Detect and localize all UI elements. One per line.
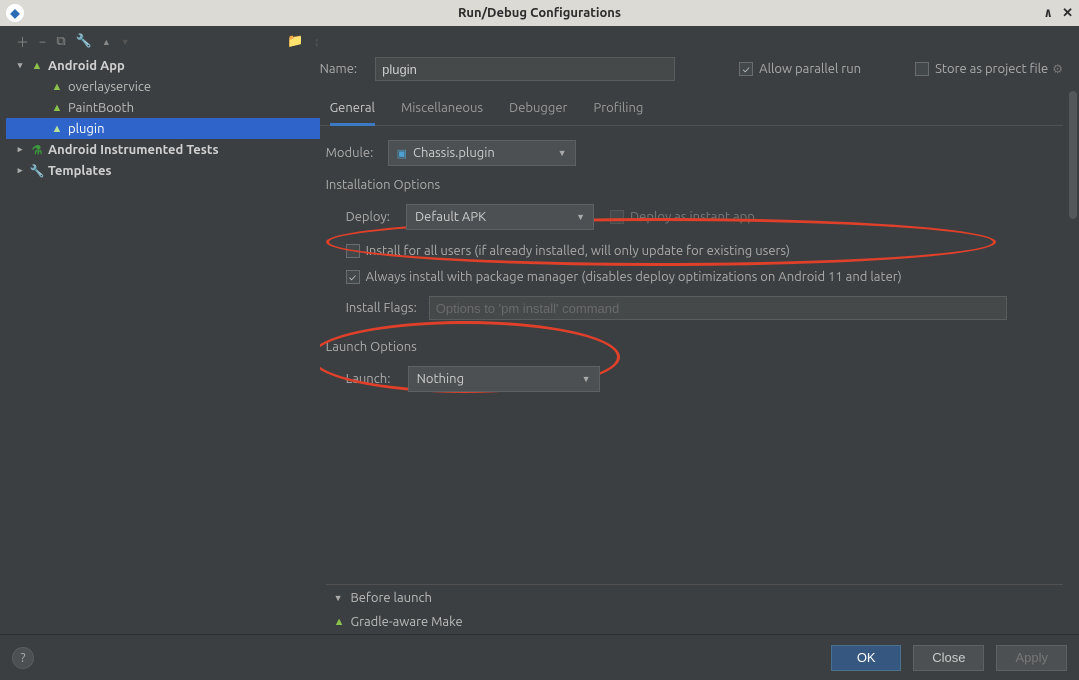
- titlebar: ◆ Run/Debug Configurations ∧ ✕: [0, 0, 1079, 26]
- always-install-pm-checkbox[interactable]: Always install with package manager (dis…: [346, 270, 1063, 284]
- android-icon: ▲: [30, 60, 44, 72]
- module-select[interactable]: ▣ Chassis.plugin ▼: [388, 140, 576, 166]
- install-all-users-checkbox[interactable]: Install for all users (if already instal…: [346, 244, 1063, 258]
- ok-button[interactable]: OK: [831, 645, 901, 671]
- before-launch-header[interactable]: ▼ Before launch: [326, 585, 1063, 611]
- android-icon: ▲: [334, 616, 345, 628]
- close-window-button[interactable]: ✕: [1062, 6, 1073, 21]
- module-label: Module:: [326, 146, 388, 160]
- deploy-select[interactable]: Default APK ▼: [406, 204, 594, 230]
- deploy-label: Deploy:: [346, 210, 390, 224]
- wrench-icon[interactable]: 🔧: [76, 34, 92, 49]
- add-config-icon[interactable]: ＋: [16, 32, 29, 51]
- config-tree: ▾ ▲ Android App ▲ overlayservice ▲ Paint…: [0, 55, 320, 634]
- launch-label: Launch:: [346, 372, 408, 386]
- chevron-down-icon: ▼: [558, 148, 567, 158]
- store-as-project-checkbox[interactable]: Store as project file ⚙: [915, 62, 1063, 76]
- wrench-icon: 🔧: [30, 164, 44, 178]
- tab-profiling[interactable]: Profiling: [593, 95, 643, 125]
- install-flags-label: Install Flags:: [346, 301, 417, 315]
- tree-item-overlayservice[interactable]: ▲ overlayservice: [6, 76, 320, 97]
- folder-move-icon[interactable]: 📁: [287, 34, 303, 49]
- window-title: Run/Debug Configurations: [0, 6, 1079, 20]
- tab-miscellaneous[interactable]: Miscellaneous: [401, 95, 483, 125]
- help-button[interactable]: ?: [12, 647, 34, 669]
- tree-item-plugin[interactable]: ▲ plugin: [6, 118, 320, 139]
- android-icon: ▲: [50, 102, 64, 114]
- sort-icon[interactable]: ↕: [314, 34, 321, 49]
- flask-icon: ⚗: [30, 143, 44, 157]
- before-launch-task[interactable]: ▲ Gradle-aware Make: [326, 611, 1063, 633]
- chevron-down-icon: ▼: [334, 593, 343, 603]
- launch-select[interactable]: Nothing ▼: [408, 366, 600, 392]
- tab-debugger[interactable]: Debugger: [509, 95, 567, 125]
- install-flags-input[interactable]: [429, 296, 1007, 320]
- tree-instrumented-tests[interactable]: ▸ ⚗ Android Instrumented Tests: [6, 139, 320, 160]
- copy-config-icon[interactable]: ⧉: [56, 34, 65, 49]
- android-icon: ▲: [50, 81, 64, 93]
- name-input[interactable]: [375, 57, 675, 81]
- tab-general[interactable]: General: [330, 95, 375, 126]
- tree-item-paintbooth[interactable]: ▲ PaintBooth: [6, 97, 320, 118]
- chevron-down-icon: ▼: [576, 212, 585, 222]
- config-toolbar: ＋ − ⧉ 🔧 ▲ ▼ 📁 ↕: [8, 32, 320, 51]
- apply-button[interactable]: Apply: [996, 645, 1067, 671]
- deploy-instant-checkbox: Deploy as instant app: [610, 210, 755, 224]
- installation-options-title: Installation Options: [326, 178, 1063, 192]
- tree-templates[interactable]: ▸ 🔧 Templates: [6, 160, 320, 181]
- down-icon[interactable]: ▼: [121, 37, 130, 47]
- remove-config-icon[interactable]: −: [39, 35, 46, 49]
- minimize-button[interactable]: ∧: [1044, 6, 1052, 21]
- gear-icon[interactable]: ⚙: [1052, 62, 1063, 76]
- app-icon: ◆: [6, 4, 24, 22]
- chevron-down-icon: ▼: [582, 374, 591, 384]
- button-bar: ? OK Close Apply: [0, 634, 1079, 680]
- tab-bar: General Miscellaneous Debugger Profiling: [320, 95, 1063, 126]
- scrollbar[interactable]: [1069, 91, 1077, 219]
- module-icon: ▣: [397, 147, 407, 160]
- allow-parallel-checkbox[interactable]: Allow parallel run: [739, 62, 861, 76]
- name-label: Name:: [320, 62, 358, 76]
- launch-options-title: Launch Options: [326, 340, 1063, 354]
- up-icon[interactable]: ▲: [102, 37, 111, 47]
- android-icon: ▲: [50, 123, 64, 135]
- close-button[interactable]: Close: [913, 645, 984, 671]
- tree-android-app[interactable]: ▾ ▲ Android App: [6, 55, 320, 76]
